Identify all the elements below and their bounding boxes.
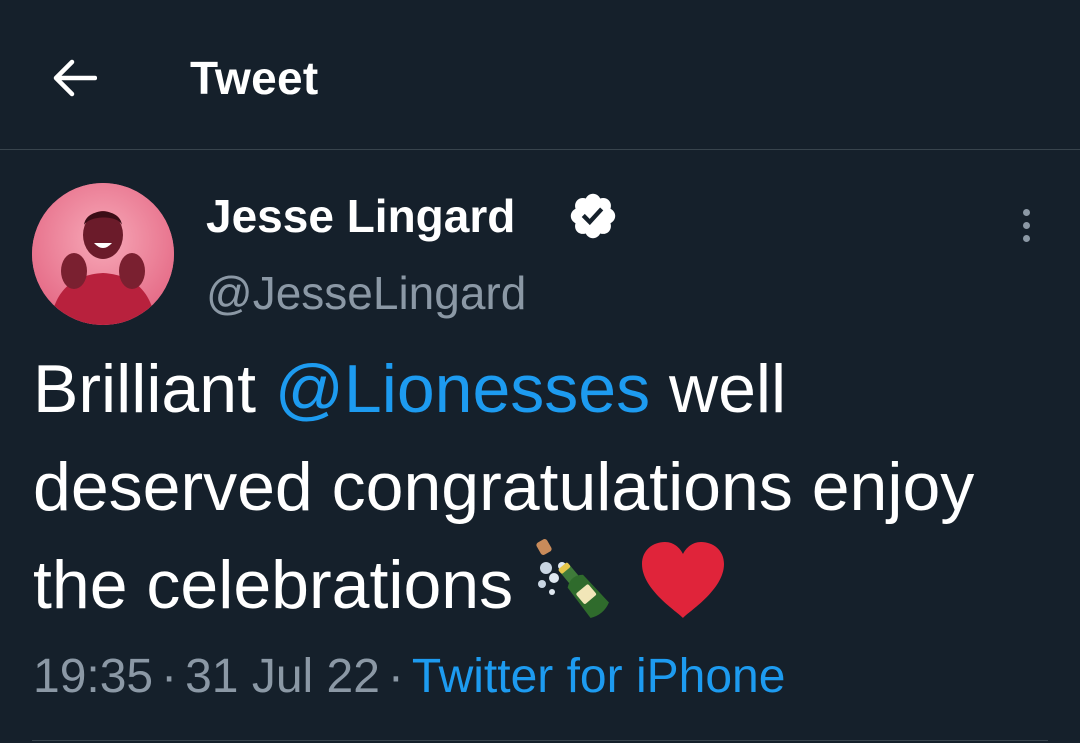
author-name[interactable]: Jesse Lingard (206, 190, 515, 242)
author-handle[interactable]: @JesseLingard (206, 266, 526, 320)
back-button[interactable] (44, 48, 104, 108)
tweet-meta: 19:35 · 31 Jul 22 · Twitter for iPhone (33, 648, 785, 706)
arrow-left-icon (53, 59, 97, 97)
more-options-button[interactable] (1008, 202, 1044, 248)
tweet-date[interactable]: 31 Jul 22 (185, 650, 380, 703)
bottle-with-popping-cork-icon (536, 539, 609, 618)
tweet-time[interactable]: 19:35 (33, 650, 153, 703)
tweet-source-link[interactable]: Twitter for iPhone (412, 650, 786, 703)
avatar[interactable] (32, 183, 174, 325)
divider (32, 740, 1048, 741)
mention-link[interactable]: @Lionesses (275, 351, 650, 427)
more-dot-icon (1022, 208, 1030, 216)
profile-photo-icon (32, 183, 174, 325)
tweet-text: Brilliant @Lionesses well deserved congr… (33, 340, 1053, 634)
verified-badge-icon (570, 193, 616, 239)
top-app-bar: Tweet (0, 0, 1080, 150)
meta-separator: · (161, 650, 178, 703)
tweet-text-part: Brilliant (33, 351, 275, 427)
meta-separator: · (387, 650, 404, 703)
page-title: Tweet (190, 52, 319, 104)
more-dot-icon (1022, 221, 1030, 229)
red-heart-icon (641, 542, 724, 618)
tweet-detail-page: Tweet Jesse Lingard @JesseLingard Brilli… (0, 0, 1080, 743)
more-dot-icon (1022, 234, 1030, 242)
